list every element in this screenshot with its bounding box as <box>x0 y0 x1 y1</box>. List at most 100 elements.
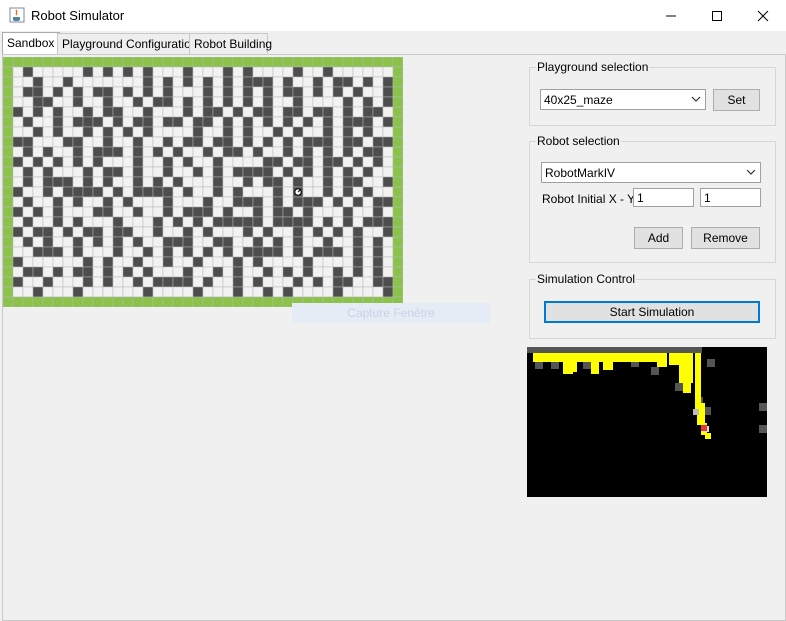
wall-cell <box>372 136 384 148</box>
wall-cell <box>172 176 184 188</box>
free-cell <box>132 216 144 228</box>
wall-cell <box>72 286 84 298</box>
wall-cell <box>172 276 184 288</box>
robot-y-field[interactable]: 1 <box>700 188 761 207</box>
free-cell <box>312 126 324 138</box>
free-cell <box>192 236 204 248</box>
free-cell <box>62 196 74 208</box>
free-cell <box>72 66 84 78</box>
free-cell <box>82 246 94 258</box>
wall-cell <box>242 246 254 258</box>
tab-robot-building[interactable]: Robot Building <box>189 33 272 54</box>
free-cell <box>12 216 24 228</box>
wall-cell <box>82 256 94 268</box>
free-cell <box>282 186 294 198</box>
wall-cell <box>222 76 234 88</box>
free-cell <box>332 136 344 148</box>
tab-sandbox[interactable]: Sandbox <box>2 32 60 55</box>
free-cell <box>252 136 264 148</box>
wall-cell <box>102 146 114 158</box>
border-cell <box>392 266 403 278</box>
wall-cell <box>222 66 234 78</box>
border-cell <box>3 166 14 178</box>
free-cell <box>182 116 194 128</box>
robot-x-field[interactable]: 1 <box>633 188 694 207</box>
free-cell <box>252 86 264 98</box>
wall-cell <box>112 166 124 178</box>
free-cell <box>142 176 154 188</box>
free-cell <box>22 226 34 238</box>
wall-cell <box>72 116 84 128</box>
add-robot-button[interactable]: Add <box>634 227 683 249</box>
free-cell <box>172 76 184 88</box>
free-cell <box>312 236 324 248</box>
set-button[interactable]: Set <box>713 89 760 111</box>
free-cell <box>62 66 74 78</box>
minimap-wall <box>651 367 659 375</box>
free-cell <box>342 66 354 78</box>
close-button[interactable] <box>740 0 786 31</box>
free-cell <box>172 96 184 108</box>
free-cell <box>112 66 124 78</box>
free-cell <box>142 256 154 268</box>
wall-cell <box>32 96 44 108</box>
wall-cell <box>172 116 184 128</box>
free-cell <box>122 156 134 168</box>
wall-cell <box>262 106 274 118</box>
wall-cell <box>262 96 274 108</box>
wall-cell <box>182 226 194 238</box>
free-cell <box>132 126 144 138</box>
free-cell <box>182 86 194 98</box>
maximize-button[interactable] <box>694 0 740 31</box>
free-cell <box>282 196 294 208</box>
wall-cell <box>362 96 374 108</box>
border-cell <box>3 216 14 228</box>
free-cell <box>362 196 374 208</box>
wall-cell <box>292 106 304 118</box>
minimap-wall <box>759 425 767 433</box>
free-cell <box>52 136 64 148</box>
free-cell <box>142 216 154 228</box>
wall-cell <box>322 216 334 228</box>
wall-cell <box>282 86 294 98</box>
border-cell <box>3 296 14 307</box>
wall-cell <box>42 146 54 158</box>
start-simulation-button[interactable]: Start Simulation <box>544 301 760 323</box>
border-cell <box>112 296 124 307</box>
free-cell <box>222 106 234 118</box>
free-cell <box>332 146 344 158</box>
remove-robot-button[interactable]: Remove <box>691 227 760 249</box>
tab-playground-configuration[interactable]: Playground Configuration <box>57 33 197 54</box>
playground-combo[interactable]: 40x25_maze <box>540 89 706 110</box>
wall-cell <box>172 216 184 228</box>
border-cell <box>82 57 94 68</box>
wall-cell <box>92 86 104 98</box>
free-cell <box>382 146 394 158</box>
wall-cell <box>112 116 124 128</box>
wall-cell <box>222 246 234 258</box>
free-cell <box>102 226 114 238</box>
wall-cell <box>312 226 324 238</box>
free-cell <box>62 156 74 168</box>
minimize-button[interactable] <box>648 0 694 31</box>
free-cell <box>52 66 64 78</box>
free-cell <box>142 196 154 208</box>
wall-cell <box>92 156 104 168</box>
wall-cell <box>12 186 24 198</box>
wall-cell <box>262 166 274 178</box>
border-cell <box>392 57 403 68</box>
free-cell <box>372 166 384 178</box>
wall-cell <box>222 146 234 158</box>
free-cell <box>22 186 34 198</box>
free-cell <box>92 126 104 138</box>
free-cell <box>102 236 114 248</box>
free-cell <box>82 146 94 158</box>
free-cell <box>242 256 254 268</box>
free-cell <box>112 206 124 218</box>
robot-combo[interactable]: RobotMarkIV <box>541 162 761 183</box>
wall-cell <box>292 236 304 248</box>
wall-cell <box>162 136 174 148</box>
wall-cell <box>372 246 384 258</box>
maze-board[interactable] <box>3 57 403 307</box>
free-cell <box>172 226 184 238</box>
